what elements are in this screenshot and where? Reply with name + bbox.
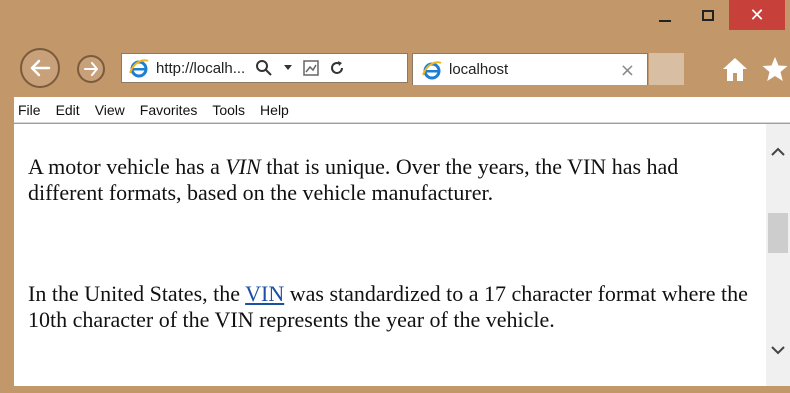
address-bar[interactable]: http://localh...	[121, 53, 408, 83]
close-button[interactable]: ✕	[729, 0, 785, 30]
minimize-icon	[659, 20, 671, 22]
chevron-down-icon	[771, 346, 785, 355]
page-content: A motor vehicle has a VIN that is unique…	[14, 124, 766, 386]
vertical-scrollbar[interactable]	[766, 124, 790, 386]
paragraph-vin-intro: A motor vehicle has a VIN that is unique…	[28, 154, 679, 205]
menu-bar: File Edit View Favorites Tools Help	[14, 97, 790, 123]
vin-emphasis: VIN	[225, 154, 261, 179]
back-button[interactable]	[20, 48, 60, 88]
menu-tools[interactable]: Tools	[212, 102, 245, 118]
close-icon: ✕	[749, 4, 765, 26]
chevron-up-icon	[771, 147, 785, 156]
ie-logo-icon	[128, 57, 150, 79]
maximize-icon	[702, 9, 714, 21]
tab-close-icon[interactable]: ×	[620, 60, 635, 81]
menu-favorites[interactable]: Favorites	[140, 102, 198, 118]
home-icon[interactable]	[720, 55, 750, 83]
menu-help[interactable]: Help	[260, 102, 289, 118]
menu-file[interactable]: File	[18, 102, 41, 118]
paragraph-vin-standard: In the United States, the VIN was standa…	[28, 281, 748, 332]
tab-localhost[interactable]: localhost ×	[412, 53, 648, 85]
tab-title: localhost	[449, 61, 509, 78]
menu-view[interactable]: View	[95, 102, 125, 118]
dropdown-arrow-icon[interactable]	[283, 64, 293, 72]
window-frame-bottom	[0, 386, 790, 393]
favorites-star-icon[interactable]	[760, 55, 790, 83]
arrow-right-icon	[84, 62, 98, 76]
scroll-down-button[interactable]	[766, 340, 790, 360]
compatibility-view-icon[interactable]	[303, 60, 319, 76]
menu-edit[interactable]: Edit	[56, 102, 80, 118]
refresh-icon[interactable]	[329, 60, 345, 76]
ie-logo-icon	[421, 59, 443, 81]
url-text: http://localh...	[156, 59, 246, 77]
maximize-button[interactable]	[687, 0, 729, 30]
browser-window: ✕ http://localh... localhost × File Edit…	[0, 0, 790, 393]
arrow-left-icon	[30, 59, 51, 77]
new-tab-button[interactable]	[649, 53, 684, 85]
scroll-up-button[interactable]	[766, 142, 790, 162]
scroll-thumb[interactable]	[768, 213, 788, 253]
minimize-button[interactable]	[643, 0, 687, 30]
vin-link[interactable]: VIN	[245, 281, 284, 306]
search-icon[interactable]	[255, 59, 273, 77]
forward-button[interactable]	[77, 55, 105, 83]
